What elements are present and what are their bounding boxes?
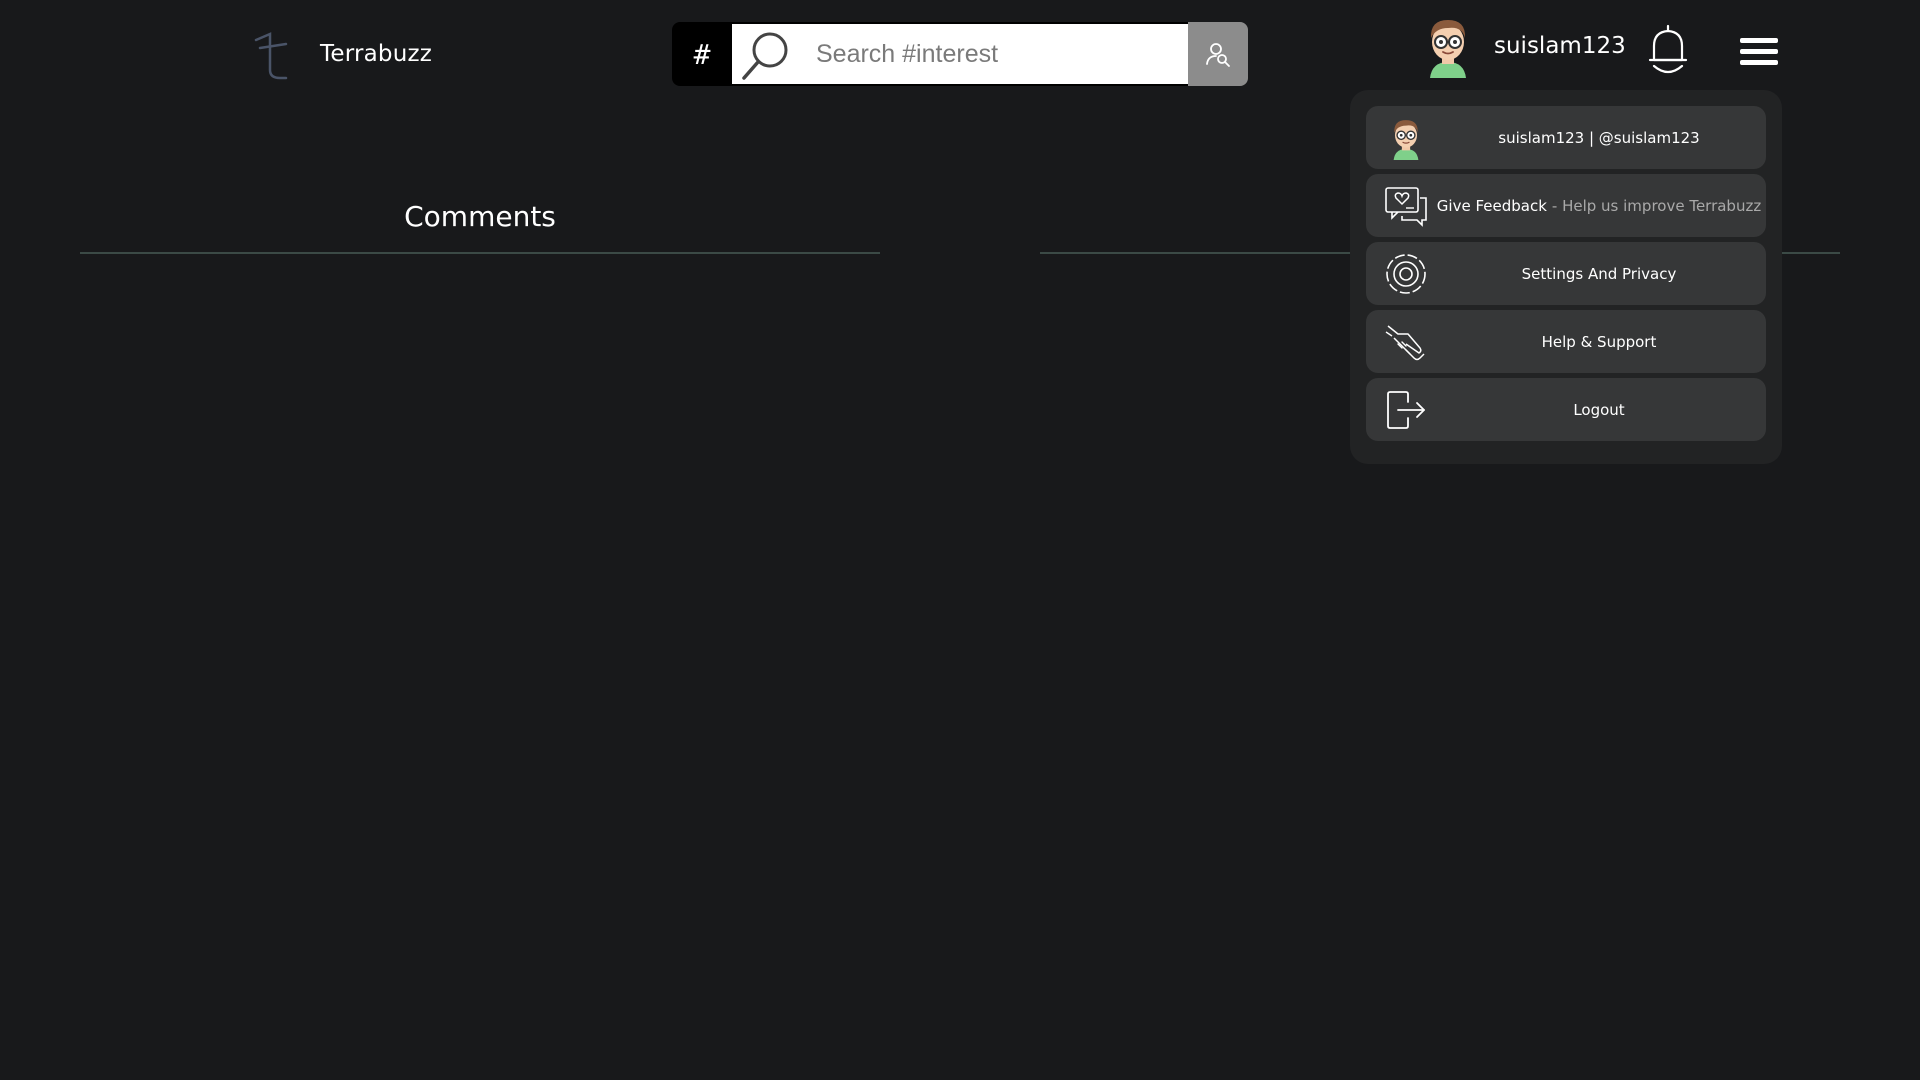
search-field <box>732 22 1188 86</box>
search-bar: # <box>672 22 1248 86</box>
search-icon <box>742 32 788 80</box>
hamburger-bar <box>1740 37 1778 43</box>
hamburger-bar <box>1740 48 1778 54</box>
menu-item-logout[interactable]: Logout <box>1366 378 1766 441</box>
menu-item-label: Settings And Privacy <box>1521 264 1677 283</box>
brand[interactable]: Terrabuzz <box>250 26 432 82</box>
menu-item-help[interactable]: Help & Support <box>1366 310 1766 373</box>
feedback-chat-icon <box>1385 187 1427 227</box>
user-dropdown-menu: suislam123 | @suislam123 Give Feedback -… <box>1350 90 1782 464</box>
avatar[interactable] <box>1420 14 1476 78</box>
feedback-sublabel: - Help us improve Terrabuzz <box>1551 196 1762 215</box>
username[interactable]: suislam123 <box>1494 33 1626 59</box>
hamburger-bar <box>1740 59 1778 65</box>
comments-divider <box>80 252 880 254</box>
menu-item-profile[interactable]: suislam123 | @suislam123 <box>1366 106 1766 169</box>
feedback-label: Give Feedback <box>1436 196 1547 215</box>
handshake-icon <box>1385 325 1425 361</box>
brand-name: Terrabuzz <box>320 41 433 67</box>
search-input[interactable] <box>802 24 1182 84</box>
menu-item-settings[interactable]: Settings And Privacy <box>1366 242 1766 305</box>
menu-item-label: Help & Support <box>1541 332 1657 351</box>
user-search-icon <box>1206 43 1230 67</box>
hamburger-menu-button[interactable] <box>1740 28 1788 76</box>
page: Terrabuzz # Search #interest suislam123 … <box>0 0 1920 1080</box>
terrabuzz-logo-icon <box>254 32 288 80</box>
menu-item-label: Give Feedback - Help us improve Terrabuz… <box>1437 174 1761 237</box>
bell-icon[interactable] <box>1642 22 1694 78</box>
avatar <box>1393 120 1419 160</box>
gear-icon <box>1386 254 1426 294</box>
user-area: suislam123 <box>1420 14 1778 78</box>
menu-item-feedback[interactable]: Give Feedback - Help us improve Terrabuz… <box>1366 174 1766 237</box>
menu-item-label: suislam123 | @suislam123 <box>1498 128 1700 147</box>
menu-item-label: Logout <box>1573 400 1625 419</box>
user-search-button[interactable] <box>1188 22 1248 86</box>
logout-icon <box>1387 391 1425 429</box>
hash-prefix: # <box>672 22 732 86</box>
comments-title: Comments <box>404 200 556 233</box>
